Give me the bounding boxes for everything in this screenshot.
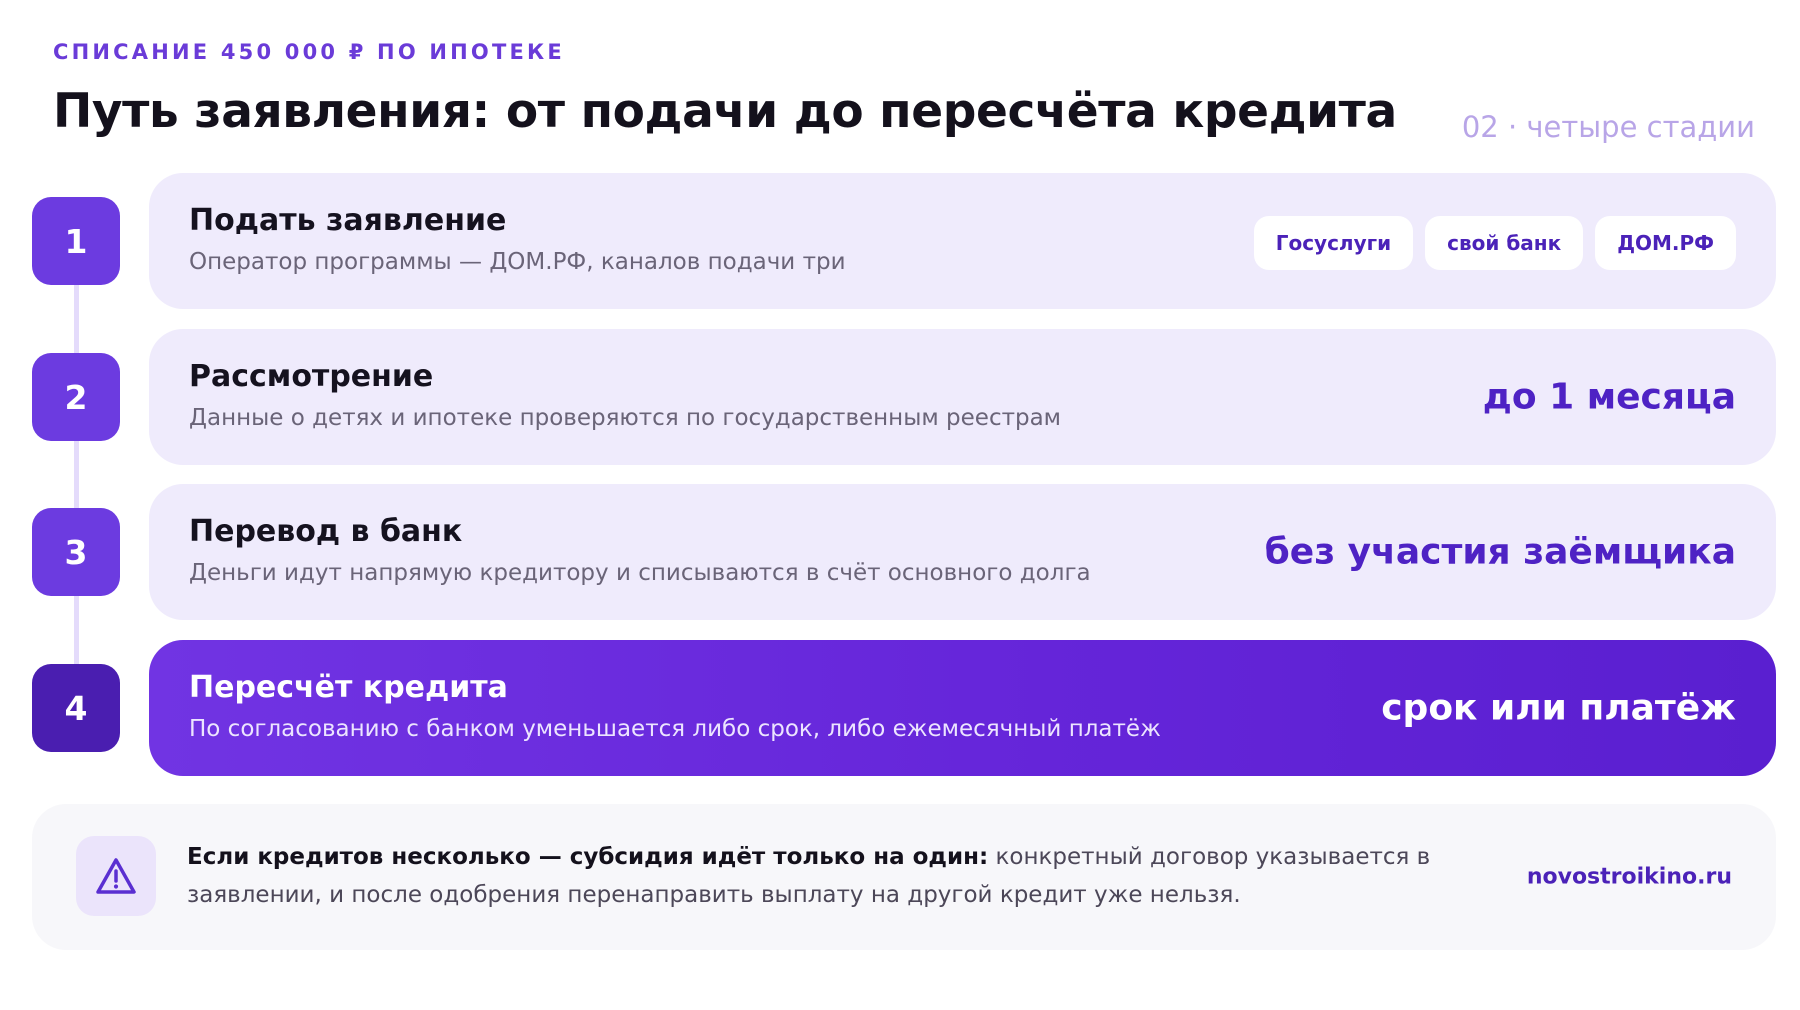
note-text: Если кредитов несколько — субсидия идёт … [187,838,1487,914]
step-value: срок или платёж [1381,687,1736,729]
step-value: до 1 месяца [1482,376,1736,418]
step-title: Подать заявление [189,203,507,238]
note-strong: Если кредитов несколько — субсидия идёт … [187,844,989,870]
slide-tag: 02 · четыре стадии [1461,110,1755,144]
step-badge-4: 4 [32,664,120,752]
step-value: без участия заёмщика [1264,531,1736,573]
step-card-2: Рассмотрение Данные о детях и ипотеке пр… [149,329,1776,465]
step-title: Рассмотрение [189,359,434,394]
note-site: novostroikino.ru [1526,864,1732,890]
note-panel: Если кредитов несколько — субсидия идёт … [32,804,1776,950]
step-title: Пересчёт кредита [189,670,508,705]
step-card-4: Пересчёт кредита По согласованию с банко… [149,640,1776,776]
chip-domrf: ДОМ.РФ [1595,216,1736,270]
page-title: Путь заявления: от подачи до пересчёта к… [53,84,1397,139]
warning-triangle-icon [96,858,136,894]
step-badge-1: 1 [32,197,120,285]
step-badge-3: 3 [32,508,120,596]
step-card-3: Перевод в банк Деньги идут напрямую кред… [149,484,1776,620]
step-description: Данные о детях и ипотеке проверяются по … [189,405,1062,431]
channel-chips: Госуслуги свой банк ДОМ.РФ [1253,216,1736,270]
step-description: По согласованию с банком уменьшается либ… [189,716,1161,742]
timeline-connector [74,236,79,716]
step-badge-2: 2 [32,353,120,441]
chip-own-bank: свой банк [1425,216,1584,270]
step-description: Деньги идут напрямую кредитору и списыва… [189,560,1091,586]
step-card-1: Подать заявление Оператор программы — ДО… [149,173,1776,309]
step-title: Перевод в банк [189,514,463,549]
step-description: Оператор программы — ДОМ.РФ, каналов под… [189,249,846,275]
note-icon-box [76,836,156,916]
chip-gosuslugi: Госуслуги [1253,216,1414,270]
kicker: СПИСАНИЕ 450 000 ₽ ПО ИПОТЕКЕ [53,40,565,64]
